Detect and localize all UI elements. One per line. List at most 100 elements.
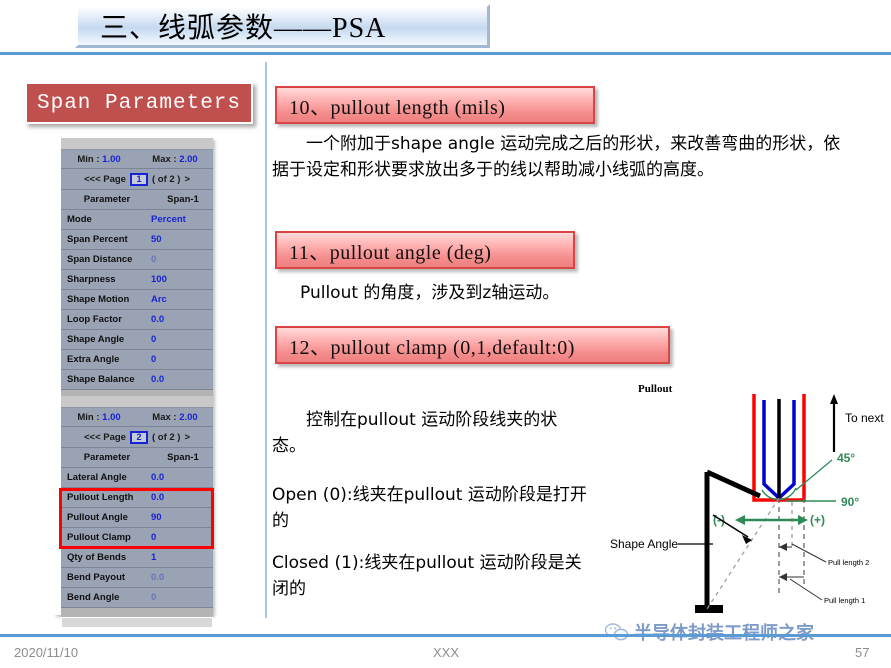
slide-title-bar: 三、线弧参数——PSA: [75, 4, 490, 48]
param-name: Loop Factor: [67, 314, 122, 325]
paragraph-pullout-angle: Pullout 的角度，涉及到z轴运动。: [300, 283, 560, 303]
page-prev-button-2[interactable]: <<< Page: [84, 432, 126, 443]
page-nav-row[interactable]: <<< Page 1 ( of 2 ) >: [61, 169, 213, 190]
max-cell-2: Max : 2.00: [137, 412, 213, 423]
min-label-2: Min :: [77, 411, 100, 423]
max-label: Max :: [152, 153, 177, 165]
param-row[interactable]: Lateral Angle 0.0: [61, 468, 213, 488]
param-row[interactable]: Span Distance 0: [61, 250, 213, 270]
heading-pullout-angle: 11、pullout angle (deg): [275, 231, 575, 269]
panel-left-edge: [54, 138, 61, 615]
heading-pullout-length: 10、pullout length (mils): [275, 86, 595, 124]
panel-scroll-bar-2[interactable]: [61, 617, 213, 628]
param-value[interactable]: 0: [151, 334, 213, 345]
param-row[interactable]: Pullout Clamp 0: [61, 528, 213, 548]
param-name: Mode: [67, 214, 92, 225]
param-value[interactable]: 0.0: [151, 572, 213, 583]
diagram-label-pull-length-1: Pull length 1: [824, 596, 865, 605]
max-label-2: Max :: [152, 411, 177, 423]
page-number-input-2[interactable]: 2: [129, 430, 148, 444]
minmax-row: Min : 1.00 Max : 2.00: [61, 150, 213, 169]
page-total-label-2: ( of 2 ): [151, 431, 181, 443]
column-header-parameter: Parameter: [83, 194, 131, 205]
param-row[interactable]: Bend Angle 0: [61, 588, 213, 608]
param-row[interactable]: Pullout Length 0.0: [61, 488, 213, 508]
param-row[interactable]: Loop Factor 0.0: [61, 310, 213, 330]
heading-pullout-length-label: 10、pullout length (mils): [289, 96, 506, 119]
param-row[interactable]: Mode Percent: [61, 210, 213, 230]
param-row[interactable]: Extra Angle 0: [61, 350, 213, 370]
wechat-icon: [605, 623, 629, 641]
param-table-page-2: Min : 1.00 Max : 2.00 <<< Page 2 ( of 2 …: [59, 396, 214, 628]
param-row[interactable]: Shape Motion Arc: [61, 290, 213, 310]
param-name: Extra Angle: [67, 354, 120, 365]
param-row[interactable]: Pullout Angle 90: [61, 508, 213, 528]
param-value[interactable]: 0.0: [151, 492, 213, 503]
param-row[interactable]: Shape Angle 0: [61, 330, 213, 350]
span-parameters-label: Span Parameters: [36, 91, 242, 115]
param-row[interactable]: Bend Payout 0.0: [61, 568, 213, 588]
page-next-button-2[interactable]: >: [184, 432, 190, 443]
param-value[interactable]: 0.0: [151, 374, 213, 385]
diagram-label-plus: (+): [810, 513, 825, 527]
param-name: Bend Payout: [67, 572, 126, 583]
diagram-label-shape-angle: Shape Angle: [610, 537, 678, 551]
param-row[interactable]: Sharpness 100: [61, 270, 213, 290]
param-name: Lateral Angle: [67, 472, 127, 483]
param-value[interactable]: 0.0: [151, 314, 213, 325]
page-next-button[interactable]: >: [184, 174, 190, 185]
table-top-strip: [61, 138, 213, 150]
watermark: 半导体封装工程师之家: [605, 618, 885, 646]
param-name: Pullout Clamp: [67, 532, 131, 543]
page-prev-button[interactable]: <<< Page: [84, 174, 126, 185]
param-name: Pullout Angle: [67, 512, 128, 523]
min-cell-2: Min : 1.00: [61, 412, 137, 423]
param-value[interactable]: 0: [151, 532, 213, 543]
min-cell: Min : 1.00: [61, 154, 137, 165]
diagram-label-pull-length-2: Pull length 2: [828, 558, 869, 567]
min-value: 1.00: [102, 153, 121, 165]
param-value[interactable]: 0: [151, 254, 213, 265]
param-name: Sharpness: [67, 274, 116, 285]
param-rows-page-2: Lateral Angle 0.0 Pullout Length 0.0 Pullout…: [61, 468, 213, 608]
max-cell: Max : 2.00: [137, 154, 213, 165]
param-name: Span Distance: [67, 254, 133, 265]
table-header-row: Parameter Span-1: [61, 190, 213, 210]
footer-page-number: 57: [855, 645, 870, 660]
param-name: Qty of Bends: [67, 552, 127, 563]
param-value[interactable]: 90: [151, 512, 213, 523]
heading-pullout-clamp-label: 12、pullout clamp (0,1,default:0): [289, 336, 575, 359]
param-rows-page-1: Mode Percent Span Percent 50 Span Distance 0 S…: [61, 210, 213, 390]
param-value[interactable]: 100: [151, 274, 213, 285]
param-value[interactable]: Percent: [151, 214, 213, 225]
min-label: Min :: [77, 153, 100, 165]
param-value[interactable]: 0: [151, 354, 213, 365]
page-total-label: ( of 2 ): [151, 173, 181, 185]
span-parameters-panel: Min : 1.00 Max : 2.00 <<< Page 1 ( of 2 …: [54, 138, 214, 628]
heading-pullout-angle-label: 11、pullout angle (deg): [289, 241, 492, 264]
column-header-span-2: Span-1: [167, 452, 199, 463]
column-divider: [265, 62, 267, 618]
param-value[interactable]: 50: [151, 234, 213, 245]
min-value-2: 1.00: [102, 411, 121, 423]
param-row[interactable]: Span Percent 50: [61, 230, 213, 250]
param-value[interactable]: 1: [151, 552, 213, 563]
pullout-diagram: To next Span 45° 90° (-) (+) Pullout Sha…: [600, 372, 885, 622]
page-title: 三、线弧参数——PSA: [100, 13, 387, 44]
param-name: Span Percent: [67, 234, 128, 245]
param-value[interactable]: Arc: [151, 294, 213, 305]
footer-center-label: XXX: [433, 645, 460, 660]
param-value[interactable]: 0: [151, 592, 213, 603]
page-nav-row-2[interactable]: <<< Page 2 ( of 2 ) >: [61, 427, 213, 448]
param-name: Shape Balance: [67, 374, 135, 385]
max-value: 2.00: [179, 153, 198, 165]
page-number-input[interactable]: 1: [129, 172, 148, 186]
paragraph-pullout-length: 一个附加于shape angle 运动完成之后的形状，来改善弯曲的形状，依据于设…: [272, 134, 841, 180]
diagram-label-90-deg: 90°: [841, 495, 859, 509]
paragraph-pullout-clamp-closed: Closed (1):线夹在pullout 运动阶段是关闭的: [272, 553, 582, 599]
param-row[interactable]: Qty of Bends 1: [61, 548, 213, 568]
diagram-label-pullout: Pullout: [638, 383, 673, 395]
param-value[interactable]: 0.0: [151, 472, 213, 483]
param-row[interactable]: Shape Balance 0.0: [61, 370, 213, 390]
heading-pullout-clamp: 12、pullout clamp (0,1,default:0): [275, 326, 670, 364]
